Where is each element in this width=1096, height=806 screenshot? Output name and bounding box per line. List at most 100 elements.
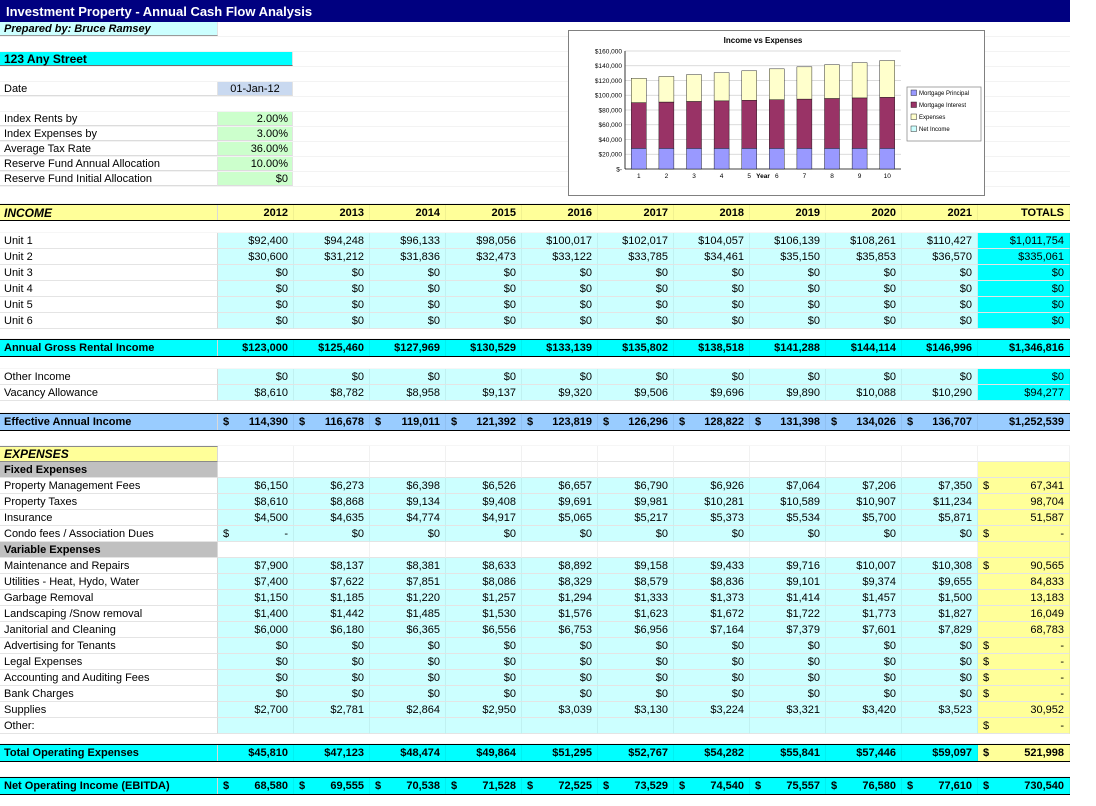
row-label[interactable]: Property Taxes xyxy=(0,494,218,510)
row-label[interactable]: Unit 5 xyxy=(0,297,218,313)
cell-2017[interactable]: $0 xyxy=(598,265,674,281)
cell-2021[interactable] xyxy=(902,446,978,462)
cell-2016[interactable] xyxy=(522,542,598,558)
cell-2021[interactable]: $0 xyxy=(902,281,978,297)
cell-2012[interactable]: 2012 xyxy=(218,205,294,220)
cell-2012[interactable]: $6,150 xyxy=(218,478,294,494)
cell-2014[interactable]: $70,538 xyxy=(370,778,446,794)
cell-2021[interactable]: $0 xyxy=(902,297,978,313)
cell-2016[interactable]: $6,657 xyxy=(522,478,598,494)
cell-2017[interactable]: $0 xyxy=(598,281,674,297)
cell-2014[interactable] xyxy=(370,446,446,462)
cell-2021[interactable]: $0 xyxy=(902,638,978,654)
cell-2021[interactable]: $11,234 xyxy=(902,494,978,510)
cell-2017[interactable]: $102,017 xyxy=(598,233,674,249)
cell-2012[interactable]: $0 xyxy=(218,369,294,385)
row-label[interactable]: INCOME xyxy=(0,205,218,220)
cell-2014[interactable]: $31,836 xyxy=(370,249,446,265)
cell-2012[interactable]: $92,400 xyxy=(218,233,294,249)
cell-2014[interactable]: $8,958 xyxy=(370,385,446,401)
cell-2013[interactable]: $8,868 xyxy=(294,494,370,510)
cell-2017[interactable]: $52,767 xyxy=(598,745,674,761)
cell-2014[interactable]: $7,851 xyxy=(370,574,446,590)
cell-2021[interactable]: $77,610 xyxy=(902,778,978,794)
cell-2017[interactable] xyxy=(598,446,674,462)
prepared-by-cell[interactable]: Prepared by: Bruce Ramsey xyxy=(0,22,218,36)
cell-2016[interactable]: $1,576 xyxy=(522,606,598,622)
cell-2018[interactable]: $0 xyxy=(674,654,750,670)
cell-2012[interactable]: $8,610 xyxy=(218,494,294,510)
cell-2012[interactable]: $0 xyxy=(218,638,294,654)
cell-2017[interactable]: $0 xyxy=(598,297,674,313)
cell-2014[interactable]: $0 xyxy=(370,265,446,281)
cell-2013[interactable]: $125,460 xyxy=(294,340,370,356)
cell-2021[interactable]: $59,097 xyxy=(902,745,978,761)
row-label[interactable]: EXPENSES xyxy=(0,446,218,462)
row-label[interactable]: Unit 6 xyxy=(0,313,218,329)
cell-2013[interactable]: $2,781 xyxy=(294,702,370,718)
row-label[interactable]: Effective Annual Income xyxy=(0,414,218,430)
cell-2014[interactable] xyxy=(370,462,446,478)
cell-2016[interactable]: $5,065 xyxy=(522,510,598,526)
cell-2015[interactable]: $49,864 xyxy=(446,745,522,761)
cell-2012[interactable]: $6,000 xyxy=(218,622,294,638)
cell-2020[interactable]: $0 xyxy=(826,281,902,297)
cell-2016[interactable]: $72,525 xyxy=(522,778,598,794)
cell-2012[interactable]: $0 xyxy=(218,670,294,686)
cell-total[interactable]: $90,565 xyxy=(978,558,1070,574)
cell-2018[interactable]: $10,281 xyxy=(674,494,750,510)
cell-2014[interactable]: $0 xyxy=(370,369,446,385)
cell-2015[interactable]: $6,556 xyxy=(446,622,522,638)
cell-2015[interactable]: $4,917 xyxy=(446,510,522,526)
cell-2019[interactable] xyxy=(750,446,826,462)
cell-2019[interactable]: $141,288 xyxy=(750,340,826,356)
param-label[interactable]: Index Rents by xyxy=(0,112,218,126)
cell-total[interactable]: $0 xyxy=(978,297,1070,313)
cell-2016[interactable]: $9,691 xyxy=(522,494,598,510)
cell-2019[interactable]: $35,150 xyxy=(750,249,826,265)
cell-2013[interactable]: $0 xyxy=(294,281,370,297)
cell-2012[interactable]: $68,580 xyxy=(218,778,294,794)
cell-2018[interactable]: $34,461 xyxy=(674,249,750,265)
cell-2021[interactable]: $36,570 xyxy=(902,249,978,265)
cell-2016[interactable] xyxy=(522,718,598,734)
row-label[interactable]: Legal Expenses xyxy=(0,654,218,670)
cell-2019[interactable]: $0 xyxy=(750,369,826,385)
cell-2019[interactable]: $106,139 xyxy=(750,233,826,249)
cell-2013[interactable]: $6,273 xyxy=(294,478,370,494)
cell-2013[interactable]: $31,212 xyxy=(294,249,370,265)
cell-2016[interactable]: $123,819 xyxy=(522,414,598,430)
cell-2014[interactable]: $0 xyxy=(370,281,446,297)
cell-total[interactable]: $1,346,816 xyxy=(978,340,1070,356)
row-label[interactable]: Maintenance and Repairs xyxy=(0,558,218,574)
cell-2015[interactable] xyxy=(446,446,522,462)
cell-2021[interactable]: $1,500 xyxy=(902,590,978,606)
cell-2018[interactable]: $0 xyxy=(674,638,750,654)
param-label[interactable]: Reserve Fund Annual Allocation xyxy=(0,157,218,171)
cell-2021[interactable]: $10,290 xyxy=(902,385,978,401)
cell-2015[interactable]: $0 xyxy=(446,313,522,329)
cell-2015[interactable]: $0 xyxy=(446,670,522,686)
cell-2014[interactable]: $9,134 xyxy=(370,494,446,510)
cell-2019[interactable]: $7,064 xyxy=(750,478,826,494)
cell-2018[interactable]: $0 xyxy=(674,670,750,686)
cell-2015[interactable]: $0 xyxy=(446,281,522,297)
cell-2012[interactable]: $0 xyxy=(218,313,294,329)
cell-2020[interactable]: $0 xyxy=(826,654,902,670)
cell-2016[interactable]: $0 xyxy=(522,313,598,329)
cell-2019[interactable]: $75,557 xyxy=(750,778,826,794)
cell-2016[interactable]: $51,295 xyxy=(522,745,598,761)
cell-2015[interactable]: 2015 xyxy=(446,205,522,220)
cell-2020[interactable]: $0 xyxy=(826,313,902,329)
cell-total[interactable]: 16,049 xyxy=(978,606,1070,622)
row-label[interactable]: Insurance xyxy=(0,510,218,526)
cell-2018[interactable]: $9,696 xyxy=(674,385,750,401)
cell-2015[interactable]: $98,056 xyxy=(446,233,522,249)
cell-2018[interactable]: $74,540 xyxy=(674,778,750,794)
cell-total[interactable]: $0 xyxy=(978,313,1070,329)
cell-2013[interactable] xyxy=(294,462,370,478)
cell-2020[interactable] xyxy=(826,718,902,734)
cell-total[interactable]: $- xyxy=(978,670,1070,686)
cell-2018[interactable]: $0 xyxy=(674,369,750,385)
cell-total[interactable]: $- xyxy=(978,718,1070,734)
